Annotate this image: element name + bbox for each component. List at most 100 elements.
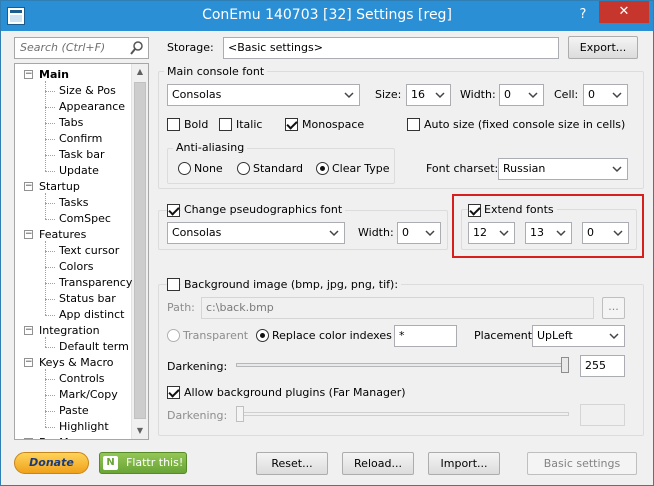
pseudo-label[interactable]: Change pseudographics font	[181, 203, 346, 216]
plugins-label[interactable]: Allow background plugins (Far Manager)	[184, 386, 406, 399]
antialias-standard-radio[interactable]	[237, 162, 250, 175]
width-value: 0	[504, 88, 511, 101]
tree-expander-icon[interactable]: −	[24, 182, 33, 191]
darkening-slider-thumb[interactable]	[561, 357, 569, 373]
extend-select-3[interactable]: 0	[582, 222, 629, 244]
pseudo-font-select[interactable]: Consolas	[167, 222, 345, 244]
monospace-label[interactable]: Monospace	[302, 118, 364, 131]
tree-item-size-pos[interactable]: Size & Pos	[59, 83, 116, 99]
search-input[interactable]: Search (Ctrl+F)	[14, 37, 149, 59]
scroll-thumb[interactable]	[134, 82, 146, 419]
browse-button[interactable]: ...	[602, 297, 625, 319]
width-select[interactable]: 0	[499, 84, 544, 106]
donate-button[interactable]: Donate	[14, 452, 89, 474]
tree-expander-icon[interactable]: −	[24, 438, 33, 439]
main-font-select[interactable]: Consolas	[167, 84, 360, 106]
tree-item-colors[interactable]: Colors	[59, 259, 93, 275]
autosize-checkbox[interactable]	[407, 118, 420, 131]
extend-select-2[interactable]: 13	[525, 222, 572, 244]
import-button[interactable]: Import...	[428, 452, 500, 475]
tree-item-tabs[interactable]: Tabs	[59, 115, 83, 131]
search-icon[interactable]	[129, 40, 145, 56]
background-checkbox[interactable]	[167, 278, 180, 291]
tree-item-tasks[interactable]: Tasks	[59, 195, 88, 211]
tree-item-keys-macro[interactable]: Keys & Macro	[39, 355, 114, 371]
darkening2-slider-thumb[interactable]	[236, 406, 244, 422]
autosize-label[interactable]: Auto size (fixed console size in cells)	[424, 118, 625, 131]
tree-expander-icon[interactable]: −	[24, 230, 33, 239]
transparent-label[interactable]: Transparent	[183, 329, 248, 342]
cell-select[interactable]: 0	[583, 84, 628, 106]
reset-button[interactable]: Reset...	[256, 452, 328, 475]
plugins-checkbox[interactable]	[167, 386, 180, 399]
export-button[interactable]: Export...	[568, 36, 638, 59]
tree-item-features[interactable]: Features	[39, 227, 86, 243]
bold-label[interactable]: Bold	[184, 118, 208, 131]
tree-item-default-term[interactable]: Default term	[59, 339, 129, 355]
darkening-slider-track[interactable]	[236, 363, 569, 367]
replace-radio[interactable]	[256, 329, 269, 342]
tree-connector	[45, 251, 55, 252]
tree-item-appearance[interactable]: Appearance	[59, 99, 125, 115]
transparent-radio[interactable]	[167, 329, 180, 342]
tree-item-mark-copy[interactable]: Mark/Copy	[59, 387, 118, 403]
tree-item-app-distinct[interactable]: App distinct	[59, 307, 124, 323]
extend-label[interactable]: Extend fonts	[481, 203, 557, 216]
tree-item-highlight[interactable]: Highlight	[59, 419, 109, 435]
tree-item-transparency[interactable]: Transparency	[59, 275, 132, 291]
size-select[interactable]: 16	[406, 84, 451, 106]
antialias-none-radio[interactable]	[178, 162, 191, 175]
tree-expander-icon[interactable]: −	[24, 358, 33, 367]
placement-value: UpLeft	[537, 329, 573, 342]
close-button[interactable]: ✕	[599, 1, 649, 23]
monospace-checkbox[interactable]	[285, 118, 298, 131]
tree-item-main[interactable]: Main	[39, 67, 69, 83]
italic-label[interactable]: Italic	[236, 118, 262, 131]
darkening2-slider-track[interactable]	[236, 412, 569, 416]
tree-item-task-bar[interactable]: Task bar	[59, 147, 104, 163]
replace-field[interactable]: *	[394, 325, 457, 347]
tree-item-status-bar[interactable]: Status bar	[59, 291, 116, 307]
path-field[interactable]: c:\back.bmp	[201, 297, 594, 319]
placement-select[interactable]: UpLeft	[532, 325, 625, 347]
tree-item-far-manager[interactable]: Far Manager	[39, 435, 107, 439]
title-bar[interactable]: ConEmu 140703 [32] Settings [reg] ? ✕	[1, 1, 653, 31]
extend-checkbox[interactable]	[468, 204, 481, 217]
tree-connector	[45, 193, 46, 219]
reload-button[interactable]: Reload...	[342, 452, 414, 475]
background-label[interactable]: Background image (bmp, jpg, png, tif):	[181, 278, 402, 291]
tree-item-update[interactable]: Update	[59, 163, 99, 179]
pseudo-width-select[interactable]: 0	[397, 222, 441, 244]
antialias-none-label[interactable]: None	[194, 162, 223, 175]
italic-checkbox[interactable]	[219, 118, 232, 131]
help-button[interactable]: ?	[569, 4, 597, 26]
tree-scrollbar[interactable]: ▲ ▼	[131, 64, 148, 439]
darkening2-field[interactable]	[580, 404, 625, 426]
tree-expander-icon[interactable]: −	[24, 326, 33, 335]
tree-item-confirm[interactable]: Confirm	[59, 131, 102, 147]
pseudo-width-value: 0	[402, 226, 409, 239]
tree-connector	[45, 91, 55, 92]
antialias-standard-label[interactable]: Standard	[253, 162, 303, 175]
tree-item-integration[interactable]: Integration	[39, 323, 100, 339]
tree-item-text-cursor[interactable]: Text cursor	[59, 243, 119, 259]
charset-select[interactable]: Russian	[498, 158, 628, 180]
pseudo-checkbox[interactable]	[167, 204, 180, 217]
tree-item-controls[interactable]: Controls	[59, 371, 105, 387]
bold-checkbox[interactable]	[167, 118, 180, 131]
tree-item-comspec[interactable]: ComSpec	[59, 211, 111, 227]
flattr-button[interactable]: N Flattr this!	[99, 452, 187, 474]
settings-tree[interactable]: ▲ ▼ − Main Size & Pos Appearance Tabs Confirm…	[14, 63, 149, 440]
basic-settings-button[interactable]: Basic settings	[527, 452, 637, 475]
extend-select-1[interactable]: 12	[468, 222, 515, 244]
storage-field[interactable]: <Basic settings>	[223, 37, 559, 59]
tree-expander-icon[interactable]: −	[24, 70, 33, 79]
antialias-cleartype-radio[interactable]	[316, 162, 329, 175]
antialias-cleartype-label[interactable]: Clear Type	[332, 162, 390, 175]
replace-label[interactable]: Replace color indexes	[272, 329, 392, 342]
tree-item-paste[interactable]: Paste	[59, 403, 89, 419]
scroll-down-icon[interactable]: ▼	[132, 423, 148, 439]
flattr-label: Flattr this!	[126, 456, 184, 469]
scroll-up-icon[interactable]: ▲	[132, 64, 148, 80]
darkening-field[interactable]: 255	[580, 355, 625, 377]
